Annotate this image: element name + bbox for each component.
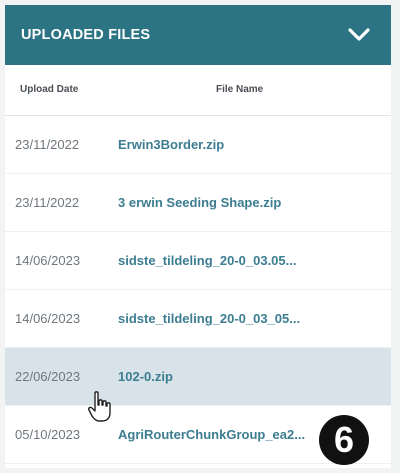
upload-date: 23/11/2022 [15, 195, 80, 210]
table-header: Upload Date File Name [5, 65, 391, 116]
table-row[interactable]: 14/06/2023 sidste_tildeling_20-0_03.05..… [5, 232, 391, 290]
column-header-file-name: File Name [216, 84, 264, 95]
file-name-link[interactable]: 3 erwin Seeding Shape.zip [118, 195, 281, 210]
upload-date: 14/06/2023 [15, 311, 81, 326]
panel-title: UPLOADED FILES [21, 27, 151, 43]
file-name-link[interactable]: AgriRouterChunkGroup_ea2... [118, 427, 305, 442]
table-row[interactable]: 23/11/2022 Erwin3Border.zip [5, 116, 391, 174]
chevron-down-icon[interactable] [347, 23, 371, 47]
upload-date: 14/06/2023 [15, 253, 81, 268]
table-row-selected[interactable]: 22/06/2023 102-0.zip [5, 348, 391, 406]
uploaded-files-panel: UPLOADED FILES Upload Date File Name 23/… [5, 5, 391, 468]
file-name-link[interactable]: sidste_tildeling_20-0_03_05... [118, 311, 300, 326]
table-row[interactable]: 14/06/2023 sidste_tildeling_20-0_03_05..… [5, 290, 391, 348]
file-name-link[interactable]: Erwin3Border.zip [118, 137, 224, 152]
upload-date: 22/06/2023 [15, 369, 81, 384]
file-name-link[interactable]: 102-0.zip [118, 369, 173, 384]
uploaded-files-header[interactable]: UPLOADED FILES [5, 5, 391, 65]
table-row[interactable]: 23/11/2022 3 erwin Seeding Shape.zip [5, 174, 391, 232]
step-number-badge: 6 [319, 415, 369, 465]
hand-pointer-icon [87, 390, 113, 424]
file-name-link[interactable]: sidste_tildeling_20-0_03.05... [118, 253, 296, 268]
upload-date: 23/11/2022 [15, 137, 80, 152]
column-header-upload-date: Upload Date [20, 84, 79, 95]
upload-date: 05/10/2023 [15, 427, 81, 442]
